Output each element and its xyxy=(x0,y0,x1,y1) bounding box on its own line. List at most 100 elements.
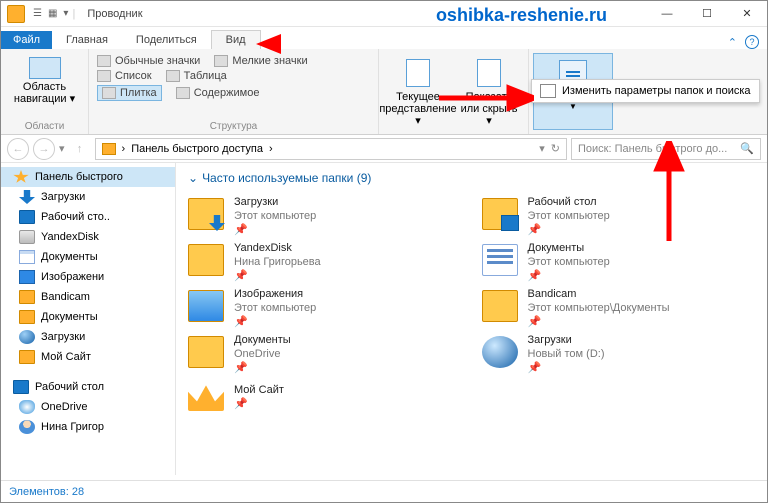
tree-item[interactable]: Мой Сайт xyxy=(1,347,175,367)
quick-access-toolbar[interactable]: ☰ ▦ ▾ xyxy=(33,8,68,19)
layout-label: Содержимое xyxy=(194,87,260,99)
tab-view[interactable]: Вид xyxy=(211,30,261,49)
status-text: Элементов: 28 xyxy=(9,486,84,498)
folder-tile[interactable]: YandexDiskНина Григорьева📌 xyxy=(188,241,462,279)
tree-item[interactable]: Загрузки xyxy=(1,327,175,347)
tile-path: Этот компьютер xyxy=(234,209,316,223)
crumb-arrow[interactable]: › xyxy=(269,143,273,155)
crumb-text[interactable]: Панель быстрого доступа xyxy=(131,143,263,155)
pin-icon: 📌 xyxy=(528,269,538,279)
layout-icon xyxy=(214,55,228,67)
tree-item-label: Bandicam xyxy=(41,291,90,303)
tile-path: OneDrive xyxy=(234,347,291,361)
chevron-down-icon[interactable]: ▼ xyxy=(569,102,577,111)
tree-item-icon xyxy=(19,290,35,304)
refresh-button[interactable]: ↻ xyxy=(551,142,560,155)
folder-icon xyxy=(188,336,224,368)
tree-item[interactable]: OneDrive xyxy=(1,397,175,417)
tree-item-icon xyxy=(19,210,35,224)
tile-name: Документы xyxy=(234,333,291,347)
qat-new-icon[interactable]: ▦ xyxy=(48,8,57,19)
layout-label: Таблица xyxy=(184,70,227,82)
folder-tile[interactable]: Мой Сайт📌 xyxy=(188,379,462,411)
pin-icon: 📌 xyxy=(234,269,244,279)
tree-item-icon xyxy=(19,420,35,434)
tree-item[interactable]: Документы xyxy=(1,307,175,327)
tree-item[interactable]: Рабочий сто.. xyxy=(1,207,175,227)
folder-tile[interactable]: ЗагрузкиЭтот компьютер📌 xyxy=(188,195,462,233)
folder-tile[interactable]: Рабочий столЭтот компьютер📌 xyxy=(482,195,756,233)
breadcrumb[interactable]: › Панель быстрого доступа › ▾ ↻ xyxy=(95,138,567,160)
tree-item[interactable]: Панель быстрого xyxy=(1,167,175,187)
tile-name: Документы xyxy=(528,241,610,255)
folder-tile[interactable]: ИзображенияЭтот компьютер📌 xyxy=(188,287,462,325)
navigation-tree[interactable]: Панель быстрогоЗагрузкиРабочий сто..Yand… xyxy=(1,163,176,475)
tree-item-label: Документы xyxy=(41,311,98,323)
tree-item[interactable]: Нина Григор xyxy=(1,417,175,437)
qat-props-icon[interactable]: ☰ xyxy=(33,8,42,19)
tree-item-label: Нина Григор xyxy=(41,421,104,433)
tab-file[interactable]: Файл xyxy=(1,31,52,49)
tree-item[interactable]: Изображени xyxy=(1,267,175,287)
navigation-pane-button[interactable]: Область навигации ▾ xyxy=(9,81,80,105)
tile-path: Этот компьютер xyxy=(234,301,316,315)
layout-icon xyxy=(97,70,111,82)
close-button[interactable]: ✕ xyxy=(727,1,767,27)
tile-name: Рабочий стол xyxy=(528,195,610,209)
pin-icon: 📌 xyxy=(234,361,244,371)
tree-item[interactable]: Загрузки xyxy=(1,187,175,207)
tile-path: Этот компьютер\Документы xyxy=(528,301,670,315)
search-icon[interactable]: 🔍 xyxy=(740,142,754,155)
tile-name: Bandicam xyxy=(528,287,670,301)
tree-item[interactable]: YandexDisk xyxy=(1,227,175,247)
options-dropdown-item[interactable]: Изменить параметры папок и поиска xyxy=(531,79,760,103)
collapse-icon[interactable]: ⌄ xyxy=(188,171,198,185)
tree-item-label: Мой Сайт xyxy=(41,351,91,363)
tree-item-icon xyxy=(19,190,35,204)
layout-option[interactable]: Список xyxy=(97,70,152,82)
ribbon-tabs: Файл Главная Поделиться Вид ⌃ ? xyxy=(1,27,767,49)
folder-icon xyxy=(188,198,224,230)
pin-icon: 📌 xyxy=(234,397,244,407)
ribbon-help[interactable]: ⌃ ? xyxy=(728,35,767,49)
folder-tile[interactable]: ДокументыЭтот компьютер📌 xyxy=(482,241,756,279)
minimize-button[interactable]: — xyxy=(647,1,687,27)
tile-path: Этот компьютер xyxy=(528,209,610,223)
layout-option[interactable]: Обычные значки xyxy=(97,55,200,67)
folder-tile[interactable]: BandicamЭтот компьютер\Документы📌 xyxy=(482,287,756,325)
recent-dropdown[interactable]: ▾ xyxy=(59,142,65,155)
folder-icon xyxy=(482,336,518,368)
back-button[interactable]: ← xyxy=(7,138,29,160)
up-button[interactable]: ↑ xyxy=(69,138,91,160)
folder-tile[interactable]: ДокументыOneDrive📌 xyxy=(188,333,462,371)
pin-icon: 📌 xyxy=(234,315,244,325)
layout-label: Обычные значки xyxy=(115,55,200,67)
annotation-arrow-1 xyxy=(256,29,346,59)
tile-name: Загрузки xyxy=(234,195,316,209)
tree-item-icon xyxy=(13,170,29,184)
tile-name: Изображения xyxy=(234,287,316,301)
tree-item[interactable]: Документы xyxy=(1,247,175,267)
tree-item[interactable]: Bandicam xyxy=(1,287,175,307)
options-dropdown-label: Изменить параметры папок и поиска xyxy=(562,85,751,97)
forward-button[interactable]: → xyxy=(33,138,55,160)
folder-icon xyxy=(188,290,224,322)
tree-item[interactable]: Рабочий стол xyxy=(1,377,175,397)
help-icon[interactable]: ? xyxy=(745,35,759,49)
tab-home[interactable]: Главная xyxy=(52,31,122,49)
crumb-arrow[interactable]: › xyxy=(122,143,126,155)
layout-option[interactable]: Плитка xyxy=(97,85,162,101)
qat-dropdown-icon[interactable]: ▾ xyxy=(63,8,68,19)
tile-path: Нина Григорьева xyxy=(234,255,321,269)
tree-item-label: OneDrive xyxy=(41,401,87,413)
tile-name: Загрузки xyxy=(528,333,605,347)
folder-tile[interactable]: ЗагрузкиНовый том (D:)📌 xyxy=(482,333,756,371)
layout-option[interactable]: Содержимое xyxy=(176,85,260,101)
layout-option[interactable]: Таблица xyxy=(166,70,227,82)
tile-name: Мой Сайт xyxy=(234,383,284,397)
maximize-button[interactable]: ☐ xyxy=(687,1,727,27)
history-dropdown[interactable]: ▾ xyxy=(539,142,545,155)
pin-icon: 📌 xyxy=(528,223,538,233)
tab-share[interactable]: Поделиться xyxy=(122,31,211,49)
chevron-up-icon[interactable]: ⌃ xyxy=(728,36,737,49)
